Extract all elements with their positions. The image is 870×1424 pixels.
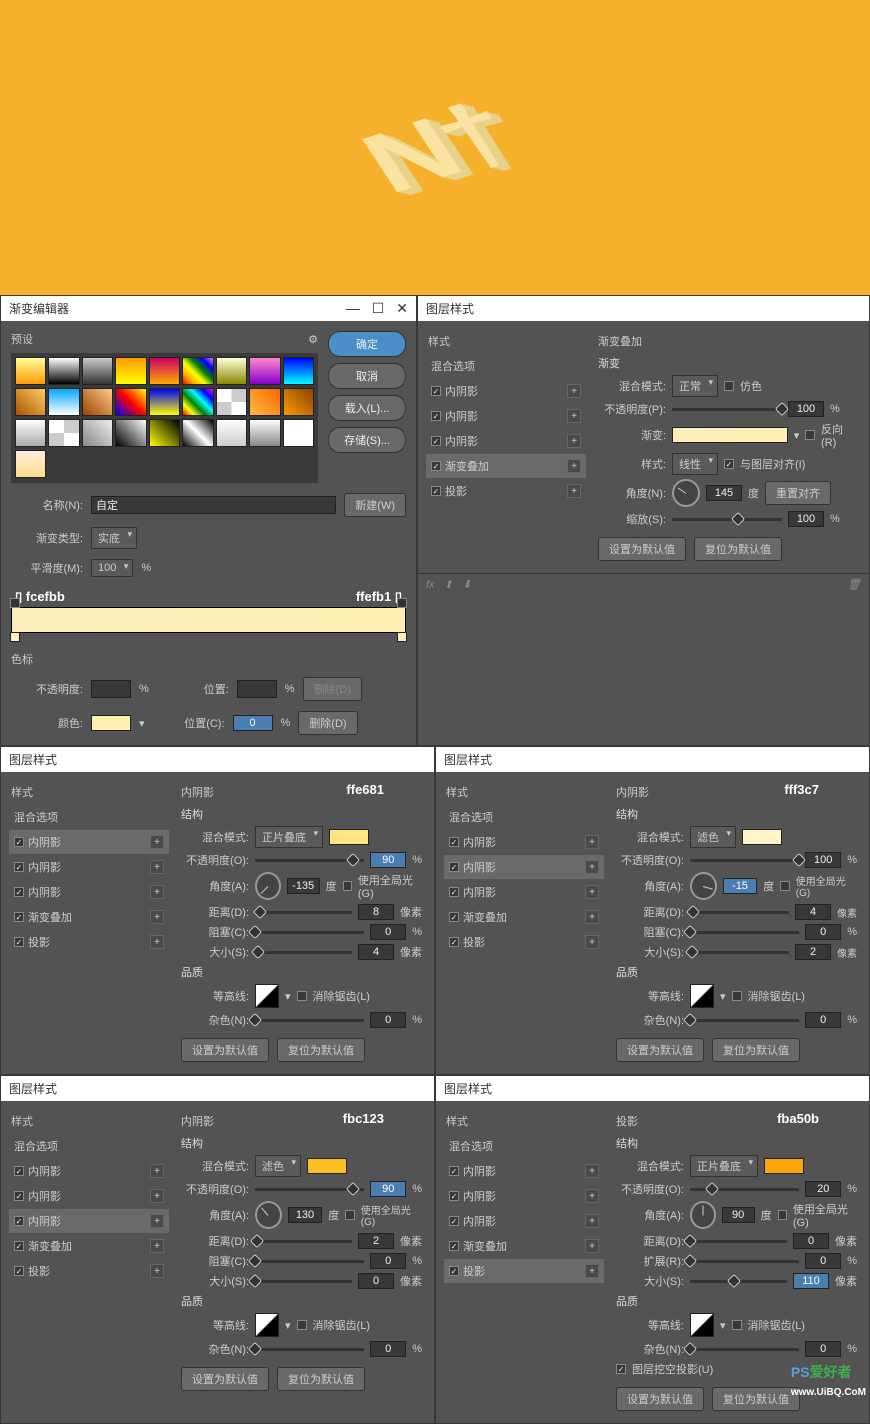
gradient-bar[interactable] (11, 607, 406, 633)
style-dropdown[interactable]: 线性 (672, 453, 718, 475)
fx-icon[interactable]: fx ⬆ ⬇ (426, 578, 471, 591)
color-swatch[interactable] (329, 829, 369, 845)
stop-opacity-input[interactable] (91, 680, 131, 698)
hero-preview: N† (0, 0, 870, 295)
ls-titlebar: 图层样式 (418, 296, 869, 321)
name-input[interactable] (91, 496, 336, 514)
maximize-icon[interactable]: ☐ (372, 300, 385, 317)
opacity-slider[interactable] (672, 408, 782, 411)
ok-button[interactable]: 确定 (328, 331, 406, 357)
stop-right-hex: ffefb1 (356, 589, 391, 604)
smooth-dropdown[interactable]: 100 (91, 559, 133, 577)
delete-opacity-stop[interactable]: 删除(D) (303, 677, 362, 701)
effects-list: 样式 混合选项 ✓内阴影+ ✓内阴影+ ✓内阴影+ ✓渐变叠加+ ✓投影+ (426, 329, 586, 565)
smooth-label: 平滑度(M): (11, 560, 83, 576)
set-default-button[interactable]: 设置为默认值 (598, 537, 686, 561)
type-dropdown[interactable]: 实底 (91, 527, 137, 549)
layer-style-gradient-overlay: 图层样式 样式 混合选项 ✓内阴影+ ✓内阴影+ ✓内阴影+ ✓渐变叠加+ ✓投… (417, 295, 870, 746)
watermark: PS爱好者 www.UiBQ.CoM (791, 1362, 866, 1398)
reset-align-button[interactable]: 重置对齐 (765, 481, 831, 505)
stop-left-hex: fcefbb (26, 589, 65, 604)
stops-title: 色标 (11, 651, 406, 667)
stop-pos2-input[interactable] (233, 715, 273, 731)
type-label: 渐变类型: (11, 530, 83, 546)
gradient-editor-titlebar: 渐变编辑器 — ☐ ✕ (1, 296, 416, 321)
stop-pos-input[interactable] (237, 680, 277, 698)
gradient-editor-title: 渐变编辑器 (9, 300, 69, 317)
minimize-icon[interactable]: — (346, 300, 360, 317)
reset-default-button[interactable]: 复位为默认值 (694, 537, 782, 561)
add-icon[interactable]: + (567, 384, 581, 398)
preset-grid[interactable] (11, 353, 318, 483)
layer-style-inner-shadow-2: 图层样式 样式 混合选项 ✓内阴影+ ✓内阴影+ ✓内阴影+ ✓渐变叠加+ ✓投… (435, 746, 870, 1075)
blendmode-dropdown[interactable]: 正常 (672, 375, 718, 397)
close-icon[interactable]: ✕ (396, 300, 408, 317)
delete-color-stop[interactable]: 删除(D) (298, 711, 357, 735)
gear-icon[interactable]: ⚙ (308, 333, 318, 346)
hero-3d-text: N† (344, 83, 527, 213)
angle-dial[interactable] (672, 479, 700, 507)
contour-picker[interactable] (255, 984, 279, 1008)
load-button[interactable]: 载入(L)... (328, 395, 406, 421)
save-button[interactable]: 存储(S)... (328, 427, 406, 453)
new-button[interactable]: 新建(W) (344, 493, 406, 517)
trash-icon[interactable]: 🗑 (847, 578, 861, 591)
scale-slider[interactable] (672, 518, 782, 521)
layer-style-inner-shadow-1: 图层样式 样式 混合选项 ✓内阴影+ ✓内阴影+ ✓内阴影+ ✓渐变叠加+ ✓投… (0, 746, 435, 1075)
name-label: 名称(N): (11, 497, 83, 513)
layer-style-inner-shadow-3: 图层样式 样式 混合选项 ✓内阴影+ ✓内阴影+ ✓内阴影+ ✓渐变叠加+ ✓投… (0, 1075, 435, 1424)
gradient-editor-panel: 渐变编辑器 — ☐ ✕ 预设 ⚙ (0, 295, 417, 746)
gradient-swatch[interactable] (672, 427, 788, 443)
stop-color-swatch[interactable] (91, 715, 131, 731)
preset-label: 预设 (11, 331, 33, 347)
cancel-button[interactable]: 取消 (328, 363, 406, 389)
